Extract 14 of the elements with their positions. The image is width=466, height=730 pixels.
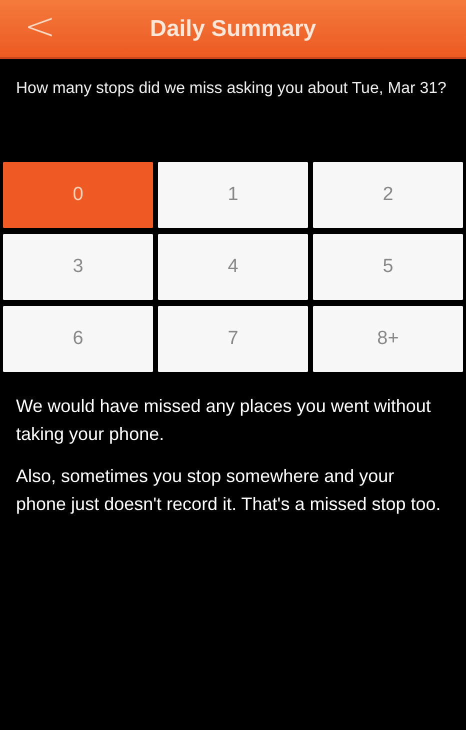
count-option[interactable]: 6 bbox=[3, 306, 153, 372]
screen-title: Daily Summary bbox=[150, 15, 316, 42]
back-button[interactable]: < bbox=[18, 6, 62, 46]
count-option[interactable]: 5 bbox=[313, 234, 463, 300]
explanation-text: Also, sometimes you stop somewhere and your phone just doesn't record it. That's a missed stop too. bbox=[16, 465, 442, 516]
count-option[interactable]: 8+ bbox=[313, 306, 463, 372]
count-option[interactable]: 1 bbox=[158, 162, 308, 228]
count-option[interactable]: 0 bbox=[3, 162, 153, 228]
count-option[interactable]: 3 bbox=[3, 234, 153, 300]
count-option[interactable]: 2 bbox=[313, 162, 463, 228]
question-text: How many stops did we miss asking you about Tue, Mar 31? bbox=[15, 79, 448, 99]
count-option[interactable]: 4 bbox=[158, 234, 308, 300]
count-option[interactable]: 7 bbox=[158, 306, 308, 372]
explanation-text: We would have missed any places you went without taking your phone. bbox=[16, 395, 432, 446]
